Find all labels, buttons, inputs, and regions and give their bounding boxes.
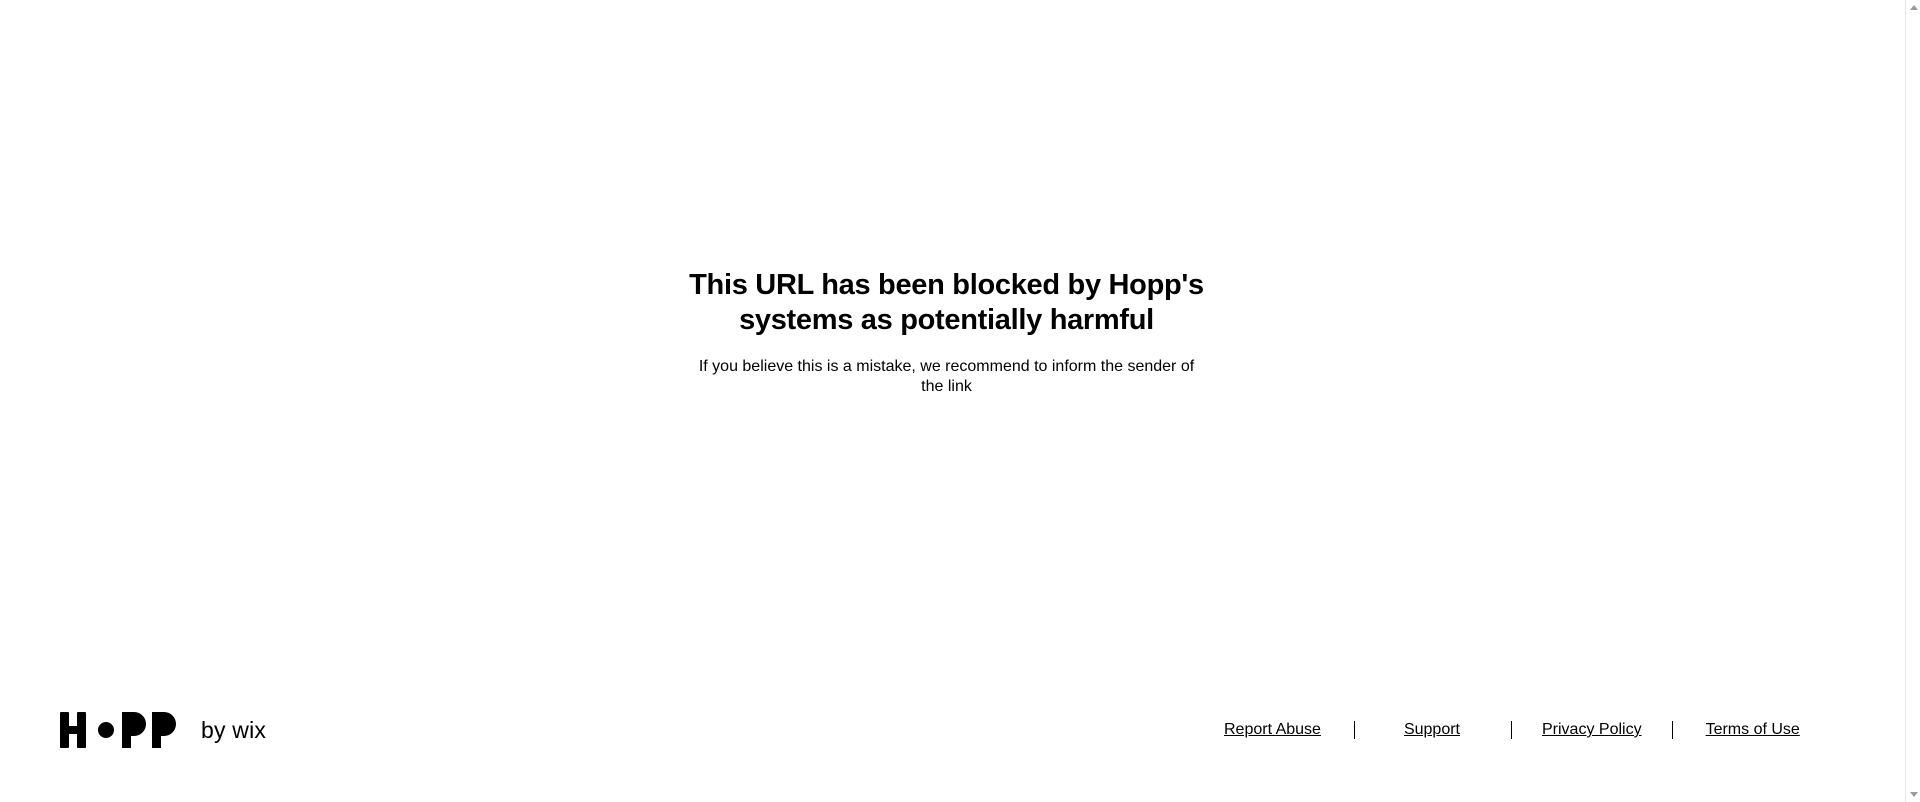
footer: by wix Report Abuse Support Privacy Poli… [60,710,1815,750]
footer-divider [1671,721,1673,739]
hopp-logo-icon [60,710,190,750]
footer-divider [1353,721,1355,739]
page-title: This URL has been blocked by Hopp's syst… [689,269,1204,336]
footer-links: Report Abuse Support Privacy Policy Term… [1224,710,1800,750]
blocked-message: This URL has been blocked by Hopp's syst… [0,268,1893,397]
scroll-up-arrow-icon[interactable] [1910,5,1918,10]
vertical-scrollbar[interactable] [1905,0,1920,802]
footer-divider [1511,721,1512,739]
support-link[interactable]: Support [1404,720,1460,740]
page-description: If you believe this is a mistake, we rec… [698,358,1195,395]
brand-byline: by wix [201,717,267,743]
privacy-policy-link[interactable]: Privacy Policy [1542,720,1642,740]
report-abuse-link[interactable]: Report Abuse [1224,720,1321,740]
brand[interactable]: by wix [60,710,266,750]
scroll-down-arrow-icon[interactable] [1910,792,1918,797]
blocked-url-page: This URL has been blocked by Hopp's syst… [0,0,1920,802]
terms-of-use-link[interactable]: Terms of Use [1706,720,1800,740]
